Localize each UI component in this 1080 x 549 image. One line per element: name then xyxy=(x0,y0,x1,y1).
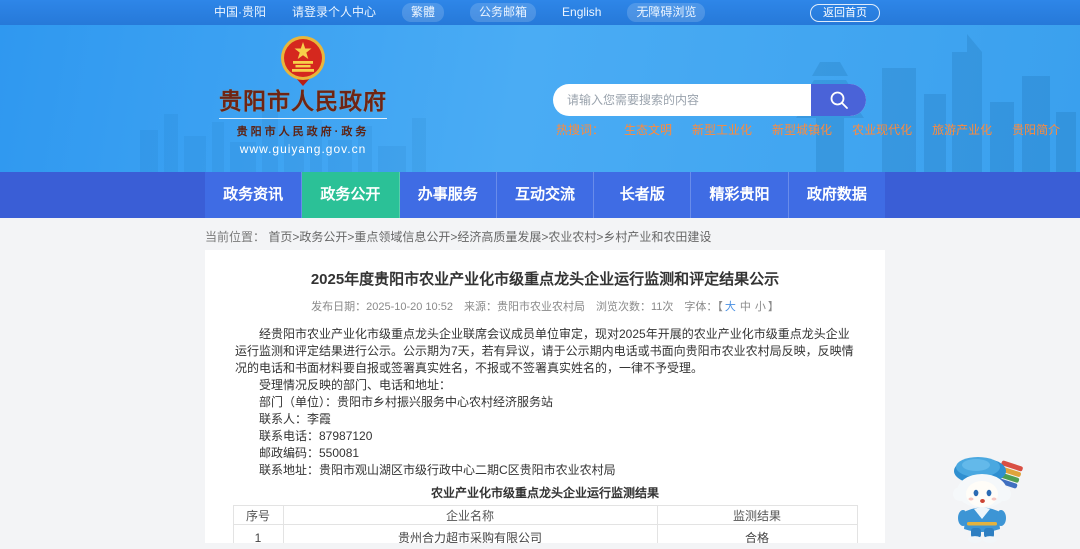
topbar-link-official-mail[interactable]: 公务邮箱 xyxy=(470,3,537,22)
hot-word-industrialization[interactable]: 新型工业化 xyxy=(692,121,752,138)
hot-word-ecology[interactable]: 生态文明 xyxy=(624,121,672,138)
article-line-department: 部门（单位）：贵阳市乡村振兴服务中心农村经济服务站 xyxy=(259,395,554,409)
topbar-links: 中国·贵阳 请登录个人中心 繁體 公务邮箱 English 无障碍浏览 xyxy=(214,3,706,22)
return-home-button[interactable]: 返回首页 xyxy=(810,3,880,22)
breadcrumb: 当前位置： 首页>政务公开>重点领域信息公开>经济高质量发展>农业农村>乡村产业… xyxy=(205,228,711,245)
hot-word-agri-modernization[interactable]: 农业现代化 xyxy=(852,121,912,138)
font-size-medium-button[interactable]: 中 xyxy=(740,301,751,313)
table-row: 1 贵州合力超市采购有限公司 合格 xyxy=(232,524,858,543)
font-size-large-button[interactable]: 大 xyxy=(725,301,736,313)
result-table-title: 农业产业化市级重点龙头企业运行监测结果 xyxy=(430,486,659,500)
search-button[interactable] xyxy=(811,84,866,116)
nav-tab-interaction[interactable]: 互动交流 xyxy=(497,172,595,218)
meta-text-suffix: 】 xyxy=(767,301,779,313)
article-meta: 发布日期：2025-10-20 10:52 来源：贵阳市农业农村局 浏览次数：1… xyxy=(205,298,885,314)
topbar-link-english[interactable]: English xyxy=(562,4,601,21)
topbar-link-china-guiyang[interactable]: 中国·贵阳 xyxy=(214,4,266,21)
site-title: 贵阳市人民政府 xyxy=(219,88,387,114)
assistant-mascot[interactable] xyxy=(940,449,1028,549)
search-icon xyxy=(830,91,848,109)
cell-result: 合格 xyxy=(656,524,858,543)
article-title: 2025年度贵阳市农业产业化市级重点龙头企业运行监测和评定结果公示 xyxy=(310,271,780,288)
table-header-result: 监测结果 xyxy=(656,505,858,525)
table-header-company: 企业名称 xyxy=(282,505,658,525)
top-utility-bar: 中国·贵阳 请登录个人中心 繁體 公务邮箱 English 无障碍浏览 返回首页 xyxy=(0,0,1080,25)
article-line-phone: 联系电话：87987120 xyxy=(259,429,373,443)
article-line-contact-person: 联系人：李霞 xyxy=(259,412,332,426)
article-line-postcode: 邮政编码：550081 xyxy=(259,446,360,460)
hot-word-tourism[interactable]: 旅游产业化 xyxy=(932,121,992,138)
hot-search-label: 热搜词： xyxy=(556,123,605,137)
meta-text: 发布日期：2025-10-20 10:52 来源：贵阳市农业农村局 浏览次数：1… xyxy=(311,301,723,313)
article-line-address: 联系地址：贵阳市观山湖区市级行政中心二期C区贵阳市农业农村局 xyxy=(259,463,616,477)
nav-tab-senior-version[interactable]: 长者版 xyxy=(594,172,692,218)
nav-tab-gov-disclosure[interactable]: 政务公开 xyxy=(302,172,400,218)
mascot-icon xyxy=(953,457,1023,543)
nav-tab-services[interactable]: 办事服务 xyxy=(400,172,497,218)
nav-tab-news[interactable]: 政务资讯 xyxy=(205,172,303,218)
table-header-row: 序号 企业名称 监测结果 xyxy=(232,505,858,525)
nav-tab-splendid-guiyang[interactable]: 精彩贵阳 xyxy=(691,172,789,218)
table-header-index: 序号 xyxy=(232,505,284,525)
hot-search-row: 热搜词： 生态文明 新型工业化 新型城镇化 农业现代化 旅游产业化 贵阳简介 xyxy=(556,121,1060,138)
article-line-intro: 受理情况反映的部门、电话和地址： xyxy=(259,378,452,392)
cell-index: 1 xyxy=(232,524,284,543)
main-nav-tabs: 政务资讯 政务公开 办事服务 互动交流 长者版 精彩贵阳 政府数据 xyxy=(205,172,885,218)
topbar-link-traditional-chinese[interactable]: 繁體 xyxy=(402,3,445,22)
site-banner: 贵阳市人民政府 贵阳市人民政府·政务 www.guiyang.gov.cn 热搜… xyxy=(0,25,1080,172)
breadcrumb-label: 当前位置： xyxy=(205,230,266,244)
topbar-link-accessibility[interactable]: 无障碍浏览 xyxy=(627,3,706,22)
national-emblem-icon xyxy=(281,36,325,86)
main-nav-bar: 政务资讯 政务公开 办事服务 互动交流 长者版 精彩贵阳 政府数据 xyxy=(0,172,1080,218)
title-divider xyxy=(219,118,387,120)
article-card: 2025年度贵阳市农业产业化市级重点龙头企业运行监测和评定结果公示 发布日期：2… xyxy=(205,250,885,543)
search-bar xyxy=(553,84,866,116)
hot-word-urbanization[interactable]: 新型城镇化 xyxy=(772,121,832,138)
cell-company: 贵州合力超市采购有限公司 xyxy=(282,524,658,543)
font-size-small-button[interactable]: 小 xyxy=(755,301,766,313)
search-input[interactable] xyxy=(553,84,811,116)
article-paragraph: 经贵阳市农业产业化市级重点龙头企业联席会议成员单位审定，现对2025年开展的农业… xyxy=(235,327,854,375)
breadcrumb-path[interactable]: 首页>政务公开>重点领域信息公开>经济高质量发展>农业农村>乡村产业和农田建设 xyxy=(268,230,711,244)
site-subtitle: 贵阳市人民政府·政务 xyxy=(236,126,370,139)
site-url: www.guiyang.gov.cn xyxy=(239,142,367,157)
site-logo[interactable]: 贵阳市人民政府 贵阳市人民政府·政务 www.guiyang.gov.cn xyxy=(203,35,403,156)
topbar-link-login-center[interactable]: 请登录个人中心 xyxy=(292,4,376,21)
article-body: 经贵阳市农业产业化市级重点龙头企业联席会议成员单位审定，现对2025年开展的农业… xyxy=(235,326,855,479)
monitoring-result-table: 序号 企业名称 监测结果 1 贵州合力超市采购有限公司 合格 2 贵州友禾种业有… xyxy=(232,505,858,543)
nav-tab-gov-data[interactable]: 政府数据 xyxy=(789,172,885,218)
hot-word-guiyang-intro[interactable]: 贵阳简介 xyxy=(1012,121,1060,138)
